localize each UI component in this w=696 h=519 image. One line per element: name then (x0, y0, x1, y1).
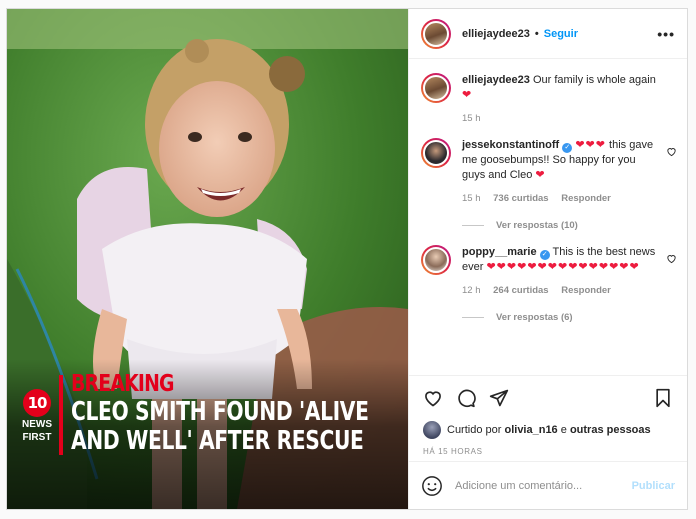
reply-button[interactable]: Responder (561, 193, 611, 204)
share-paper-plane-icon[interactable] (489, 388, 509, 408)
caption-username[interactable]: elliejaydee23 (462, 74, 530, 86)
caption: elliejaydee23 Our family is whole again … (421, 73, 675, 124)
headline-line-2: AND WELL' AFTER RESCUE (71, 426, 364, 456)
author-avatar[interactable] (421, 18, 451, 49)
more-options-icon[interactable]: ••• (657, 27, 675, 41)
liker-avatar[interactable] (423, 421, 441, 439)
logo-news: NEWS (22, 419, 52, 430)
reply-button[interactable]: Responder (561, 285, 611, 296)
verified-badge-icon: ✓ (562, 143, 573, 153)
post-timestamp[interactable]: HÁ 15 HORAS (409, 441, 687, 461)
comment-input[interactable]: Adicione um comentário... (455, 480, 632, 492)
comment-hearts: ❤❤❤❤❤❤❤❤❤❤❤❤❤❤❤ (486, 261, 640, 273)
view-replies-button[interactable]: Ver respostas (6) (462, 312, 659, 323)
comment-likes[interactable]: 736 curtidas (493, 193, 548, 204)
comment-bubble-icon[interactable] (456, 388, 476, 408)
post-header: elliejaydee23 • Seguir ••• (409, 9, 687, 59)
like-comment-heart-icon[interactable] (666, 146, 677, 157)
author-username[interactable]: elliejaydee23 (462, 28, 530, 40)
view-replies-button[interactable]: Ver respostas (10) (462, 220, 659, 231)
caption-avatar[interactable] (421, 73, 451, 103)
comments-list[interactable]: elliejaydee23 Our family is whole again … (409, 59, 687, 375)
instagram-post: 10 NEWS FIRST BREAKING CLEO SMITH FOUND … (6, 8, 688, 510)
comment-hearts-end: ❤ (535, 169, 546, 181)
view-replies-label: Ver respostas (6) (496, 312, 573, 323)
comment-time[interactable]: 12 h (462, 285, 481, 296)
caption-hearts: ❤ (462, 89, 473, 101)
headline-accent-bar (59, 375, 63, 455)
photo-headline: CLEO SMITH FOUND 'ALIVE AND WELL' AFTER … (71, 398, 369, 456)
like-comment-heart-icon[interactable] (666, 253, 677, 264)
comment-likes[interactable]: 264 curtidas (493, 285, 548, 296)
verified-badge-icon: ✓ (539, 250, 550, 260)
emoji-smiley-icon[interactable] (421, 475, 443, 497)
caption-time[interactable]: 15 h (462, 113, 481, 124)
commenter-username[interactable]: poppy__marie (462, 246, 537, 258)
caption-text: Our family is whole again (532, 74, 656, 86)
post-side-panel: elliejaydee23 • Seguir ••• elliejaydee23… (408, 9, 687, 509)
liked-by-others[interactable]: outras pessoas (570, 424, 651, 436)
view-replies-label: Ver respostas (10) (496, 220, 578, 231)
add-comment-bar: Adicione um comentário... Publicar (409, 461, 687, 509)
post-actions-bar (409, 375, 687, 419)
like-heart-icon[interactable] (423, 388, 443, 408)
liked-by-prefix: Curtido por (447, 424, 502, 436)
headline-line-1: CLEO SMITH FOUND 'ALIVE (71, 397, 369, 427)
follow-button[interactable]: Seguir (544, 28, 578, 40)
publish-button[interactable]: Publicar (632, 480, 675, 492)
commenter-username[interactable]: jessekonstantinoff (462, 139, 559, 151)
save-bookmark-icon[interactable] (653, 388, 673, 408)
breaking-label: BREAKING (71, 371, 175, 397)
comment-item: poppy__marie ✓ This is the best news eve… (421, 245, 677, 323)
comment-time[interactable]: 15 h (462, 193, 481, 204)
header-separator: • (534, 27, 539, 40)
post-photo[interactable]: 10 NEWS FIRST BREAKING CLEO SMITH FOUND … (7, 9, 408, 509)
replies-divider (462, 225, 484, 226)
liked-by: Curtido por olivia_n16 e outras pessoas (409, 419, 687, 441)
commenter-avatar[interactable] (421, 138, 451, 168)
liked-by-joiner: e (560, 424, 567, 436)
replies-divider (462, 317, 484, 318)
commenter-avatar[interactable] (421, 245, 451, 275)
comment-item: jessekonstantinoff ✓ ❤❤❤ this gave me go… (421, 138, 677, 231)
logo-first: FIRST (22, 432, 52, 443)
liked-by-user[interactable]: olivia_n16 (504, 424, 557, 436)
logo-number: 10 (23, 389, 51, 417)
comment-hearts: ❤❤❤ (575, 139, 606, 151)
channel-10-news-first-logo: 10 NEWS FIRST (21, 389, 53, 443)
